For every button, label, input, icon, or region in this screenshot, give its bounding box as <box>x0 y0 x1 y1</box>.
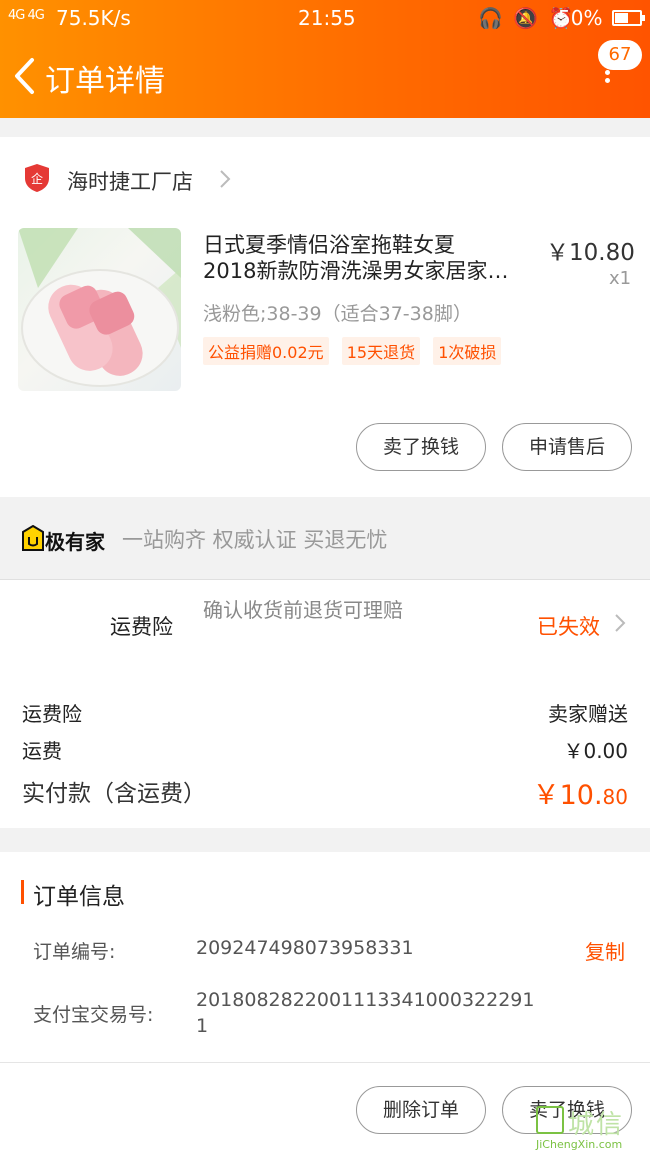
product-title[interactable]: 日式夏季情侣浴室拖鞋女夏 2018新款防滑洗澡男女家居家… <box>203 232 533 284</box>
shop-enterprise-icon: 企 <box>25 164 49 192</box>
tag-donation: 公益捐赠0.02元 <box>203 337 329 365</box>
product-price: ￥10.80 <box>546 240 635 266</box>
shipping-insurance-status[interactable]: 已失效 <box>537 611 600 641</box>
chevron-right-icon[interactable] <box>218 168 232 190</box>
shop-name[interactable]: 海时捷工厂店 <box>67 166 193 196</box>
order-info-title: 订单信息 <box>33 884 125 910</box>
more-menu-icon[interactable] <box>602 70 612 94</box>
page-title: 订单详情 <box>45 64 165 99</box>
product-sku: 浅粉色;38-39（适合37-38脚） <box>203 303 472 325</box>
back-arrow-icon[interactable] <box>8 52 42 100</box>
cost-insurance-value: 卖家赠送 <box>548 702 628 726</box>
sell-for-cash-button[interactable]: 卖了换钱 <box>356 423 486 471</box>
delete-order-button[interactable]: 删除订单 <box>356 1086 486 1134</box>
cost-shipping-value: ￥0.00 <box>563 739 628 763</box>
jiyoujia-slogan: 一站购齐 权威认证 买退无忧 <box>122 528 388 552</box>
copy-order-number-button[interactable]: 复制 <box>585 936 625 965</box>
separator-line <box>0 579 650 580</box>
divider <box>0 1062 650 1063</box>
battery-percent: 50% <box>558 6 603 30</box>
order-number-value: 209247498073958331 <box>196 937 414 959</box>
product-quantity: x1 <box>609 268 632 289</box>
alipay-trade-value: 2018082822001113341000322291 1 <box>196 989 535 1037</box>
total-paid-value: ￥10.80 <box>532 780 628 811</box>
after-sale-button[interactable]: 申请售后 <box>502 423 632 471</box>
order-number-label: 订单编号: <box>33 941 116 963</box>
product-tags: 公益捐赠0.02元 15天退货 1次破损 <box>203 337 509 365</box>
network-speed: 75.5K/s <box>56 6 131 30</box>
battery-icon <box>612 10 645 26</box>
watermark-logo: 城信 JiChengXin.com <box>536 1106 646 1152</box>
status-time: 21:55 <box>298 6 356 30</box>
total-paid-label: 实付款（含运费） <box>22 781 206 807</box>
shipping-insurance-description: 确认收货前退货可理赔 <box>203 598 403 622</box>
signal-indicator: 4G 4G <box>8 8 45 23</box>
status-bar: 4G 4G 75.5K/s 21:55 🎧 🔕 ⏰ 50% <box>8 6 645 30</box>
svg-text:企: 企 <box>31 171 43 186</box>
jiyoujia-logo-icon <box>22 525 44 551</box>
product-thumbnail[interactable] <box>18 228 181 391</box>
watermark-box-icon <box>536 1106 564 1134</box>
section-accent-bar <box>21 880 24 904</box>
tag-damage: 1次破损 <box>433 337 502 365</box>
tag-return: 15天退货 <box>341 337 421 365</box>
alipay-trade-label: 支付宝交易号: <box>33 1004 154 1026</box>
notification-badge[interactable]: 67 <box>598 40 642 70</box>
jiyoujia-brand: 极有家 <box>45 530 105 554</box>
cost-shipping-label: 运费 <box>22 739 62 763</box>
app-header: 4G 4G 75.5K/s 21:55 🎧 🔕 ⏰ 50% 订单详情 67 <box>0 0 650 118</box>
cost-insurance-label: 运费险 <box>22 702 82 726</box>
shipping-insurance-label: 运费险 <box>110 615 173 639</box>
chevron-right-icon[interactable] <box>613 612 627 634</box>
